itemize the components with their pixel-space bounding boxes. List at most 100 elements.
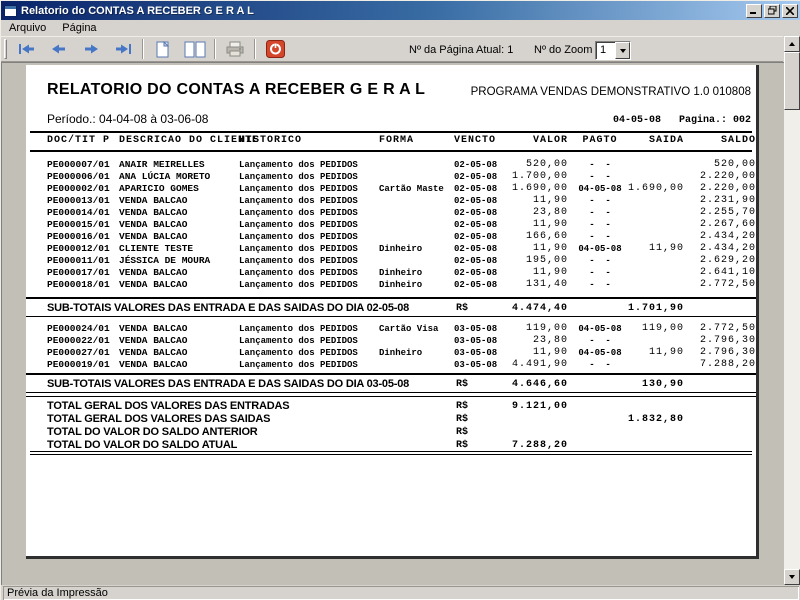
table-row: PE000018/01VENDA BALCAOLançamento dos PE… xyxy=(26,279,756,291)
cell-pagto: - - xyxy=(571,255,629,267)
cell-forma: Dinheiro xyxy=(379,243,422,255)
total-label: TOTAL DO VALOR DO SALDO ATUAL xyxy=(47,439,237,451)
cell-valor: 1.690,00 xyxy=(466,183,568,195)
table-row: PE000019/01VENDA BALCAOLançamento dos PE… xyxy=(26,359,756,371)
cell-hist: Lançamento dos PEDIDOS xyxy=(239,323,358,335)
cell-pagto: - - xyxy=(571,359,629,371)
cell-valor: 520,00 xyxy=(466,159,568,171)
minimize-button[interactable] xyxy=(746,4,762,18)
app-icon xyxy=(4,5,17,17)
two-pages-view-button[interactable] xyxy=(179,38,211,60)
cell-client: VENDA BALCAO xyxy=(119,359,187,371)
cell-pagto: - - xyxy=(571,335,629,347)
scroll-down-button[interactable] xyxy=(784,569,800,585)
print-button[interactable] xyxy=(219,38,251,60)
single-page-icon xyxy=(156,41,170,58)
statusbar: Prévia da Impressão xyxy=(1,585,800,600)
cell-saldo: 2.267,60 xyxy=(666,219,756,231)
cell-saldo: 2.255,70 xyxy=(666,207,756,219)
cell-valor: 11,90 xyxy=(466,195,568,207)
total-row: TOTAL DO VALOR DO SALDO ANTERIOR R$ xyxy=(26,425,756,438)
scrollbar-thumb[interactable] xyxy=(784,52,800,110)
report-title: RELATORIO DO CONTAS A RECEBER G E R A L xyxy=(47,81,425,99)
printer-icon xyxy=(225,41,245,57)
cell-client: APARICIO GOMES xyxy=(119,183,199,195)
report-program: PROGRAMA VENDAS DEMONSTRATIVO 1.0 010808 xyxy=(471,86,751,98)
cell-pagto: - - xyxy=(571,267,629,279)
minimize-icon xyxy=(750,7,758,14)
prev-page-icon xyxy=(49,43,69,55)
scroll-up-button[interactable] xyxy=(784,36,800,52)
close-preview-button[interactable] xyxy=(259,38,291,60)
table-row: PE000014/01VENDA BALCAOLançamento dos PE… xyxy=(26,207,756,219)
cell-valor: 166,60 xyxy=(466,231,568,243)
total-label: TOTAL GERAL DOS VALORES DAS ENTRADAS xyxy=(47,400,289,412)
cell-hist: Lançamento dos PEDIDOS xyxy=(239,219,358,231)
table-row: PE000015/01VENDA BALCAOLançamento dos PE… xyxy=(26,219,756,231)
report-page: RELATORIO DO CONTAS A RECEBER G E R A L … xyxy=(26,65,759,559)
prev-page-button[interactable] xyxy=(43,38,75,60)
cell-forma: Dinheiro xyxy=(379,279,422,291)
cell-client: VENDA BALCAO xyxy=(119,323,187,335)
cell-valor: 11,90 xyxy=(466,219,568,231)
next-page-icon xyxy=(81,43,101,55)
currency: R$ xyxy=(456,427,468,438)
table-row: PE000013/01VENDA BALCAOLançamento dos PE… xyxy=(26,195,756,207)
titlebar: Relatorio do CONTAS A RECEBER G E R A L xyxy=(1,1,800,20)
window-title: Relatorio do CONTAS A RECEBER G E R A L xyxy=(21,5,746,17)
cell-pagto: - - xyxy=(571,207,629,219)
restore-button[interactable] xyxy=(764,4,780,18)
last-page-button[interactable] xyxy=(107,38,139,60)
cell-valor: 195,00 xyxy=(466,255,568,267)
cell-saldo: 2.220,00 xyxy=(666,171,756,183)
single-page-view-button[interactable] xyxy=(147,38,179,60)
cell-saldo: 2.220,00 xyxy=(666,183,756,195)
cell-client: VENDA BALCAO xyxy=(119,267,187,279)
cell-valor: 23,80 xyxy=(466,207,568,219)
vertical-scrollbar[interactable] xyxy=(784,36,800,585)
cell-doc: PE000024/01 xyxy=(47,323,110,335)
table-row: PE000007/01ANAIR MEIRELLESLançamento dos… xyxy=(26,159,756,171)
menu-arquivo[interactable]: Arquivo xyxy=(1,20,54,36)
cell-saldo: 2.434,20 xyxy=(666,231,756,243)
table-row: PE000027/01VENDA BALCAOLançamento dos PE… xyxy=(26,347,756,359)
cell-valor: 131,40 xyxy=(466,279,568,291)
table-header: DOC/TIT P DESCRICAO DO CLIENTE HISTORICO… xyxy=(26,135,756,148)
close-button[interactable] xyxy=(782,4,798,18)
cell-pagto: - - xyxy=(571,219,629,231)
total-label: TOTAL GERAL DOS VALORES DAS SAIDAS xyxy=(47,413,270,425)
cell-pagto: - - xyxy=(571,195,629,207)
next-page-button[interactable] xyxy=(75,38,107,60)
zoom-select[interactable]: 1 xyxy=(595,41,631,60)
cell-hist: Lançamento dos PEDIDOS xyxy=(239,267,358,279)
rule xyxy=(30,131,752,133)
cell-pagto: - - xyxy=(571,171,629,183)
cell-hist: Lançamento dos PEDIDOS xyxy=(239,231,358,243)
cell-doc: PE000016/01 xyxy=(47,231,110,243)
cell-saldo: 2.629,20 xyxy=(666,255,756,267)
toolbar-separator xyxy=(254,39,256,59)
cell-hist: Lançamento dos PEDIDOS xyxy=(239,255,358,267)
restore-icon xyxy=(768,6,777,15)
window-controls xyxy=(746,4,798,18)
current-page-label: Nº da Página Atual: 1 xyxy=(409,44,513,56)
cell-pagto: - - xyxy=(571,279,629,291)
subtotal-saida: 1.701,90 xyxy=(586,303,684,314)
table-row: PE000002/01APARICIO GOMESLançamento dos … xyxy=(26,183,756,195)
total-label: TOTAL DO VALOR DO SALDO ANTERIOR xyxy=(47,426,258,438)
menu-pagina[interactable]: Página xyxy=(54,20,104,36)
total-saida: 1.832,80 xyxy=(586,414,684,425)
first-page-button[interactable] xyxy=(11,38,43,60)
toolbar-grip[interactable] xyxy=(4,39,7,59)
cell-valor: 119,00 xyxy=(466,323,568,335)
table-row: PE000006/01ANA LÚCIA MORETOLançamento do… xyxy=(26,171,756,183)
total-row: TOTAL GERAL DOS VALORES DAS SAIDAS R$ 1.… xyxy=(26,412,756,425)
cell-hist: Lançamento dos PEDIDOS xyxy=(239,195,358,207)
cell-saldo: 7.288,20 xyxy=(666,359,756,371)
zoom-dropdown-button[interactable] xyxy=(615,42,630,59)
rule xyxy=(30,451,752,452)
report-period: Período.: 04-04-08 à 03-06-08 xyxy=(47,112,208,126)
cell-valor: 11,90 xyxy=(466,347,568,359)
total-row: TOTAL DO VALOR DO SALDO ATUAL R$ 7.288,2… xyxy=(26,438,756,451)
chevron-down-icon xyxy=(620,49,626,53)
